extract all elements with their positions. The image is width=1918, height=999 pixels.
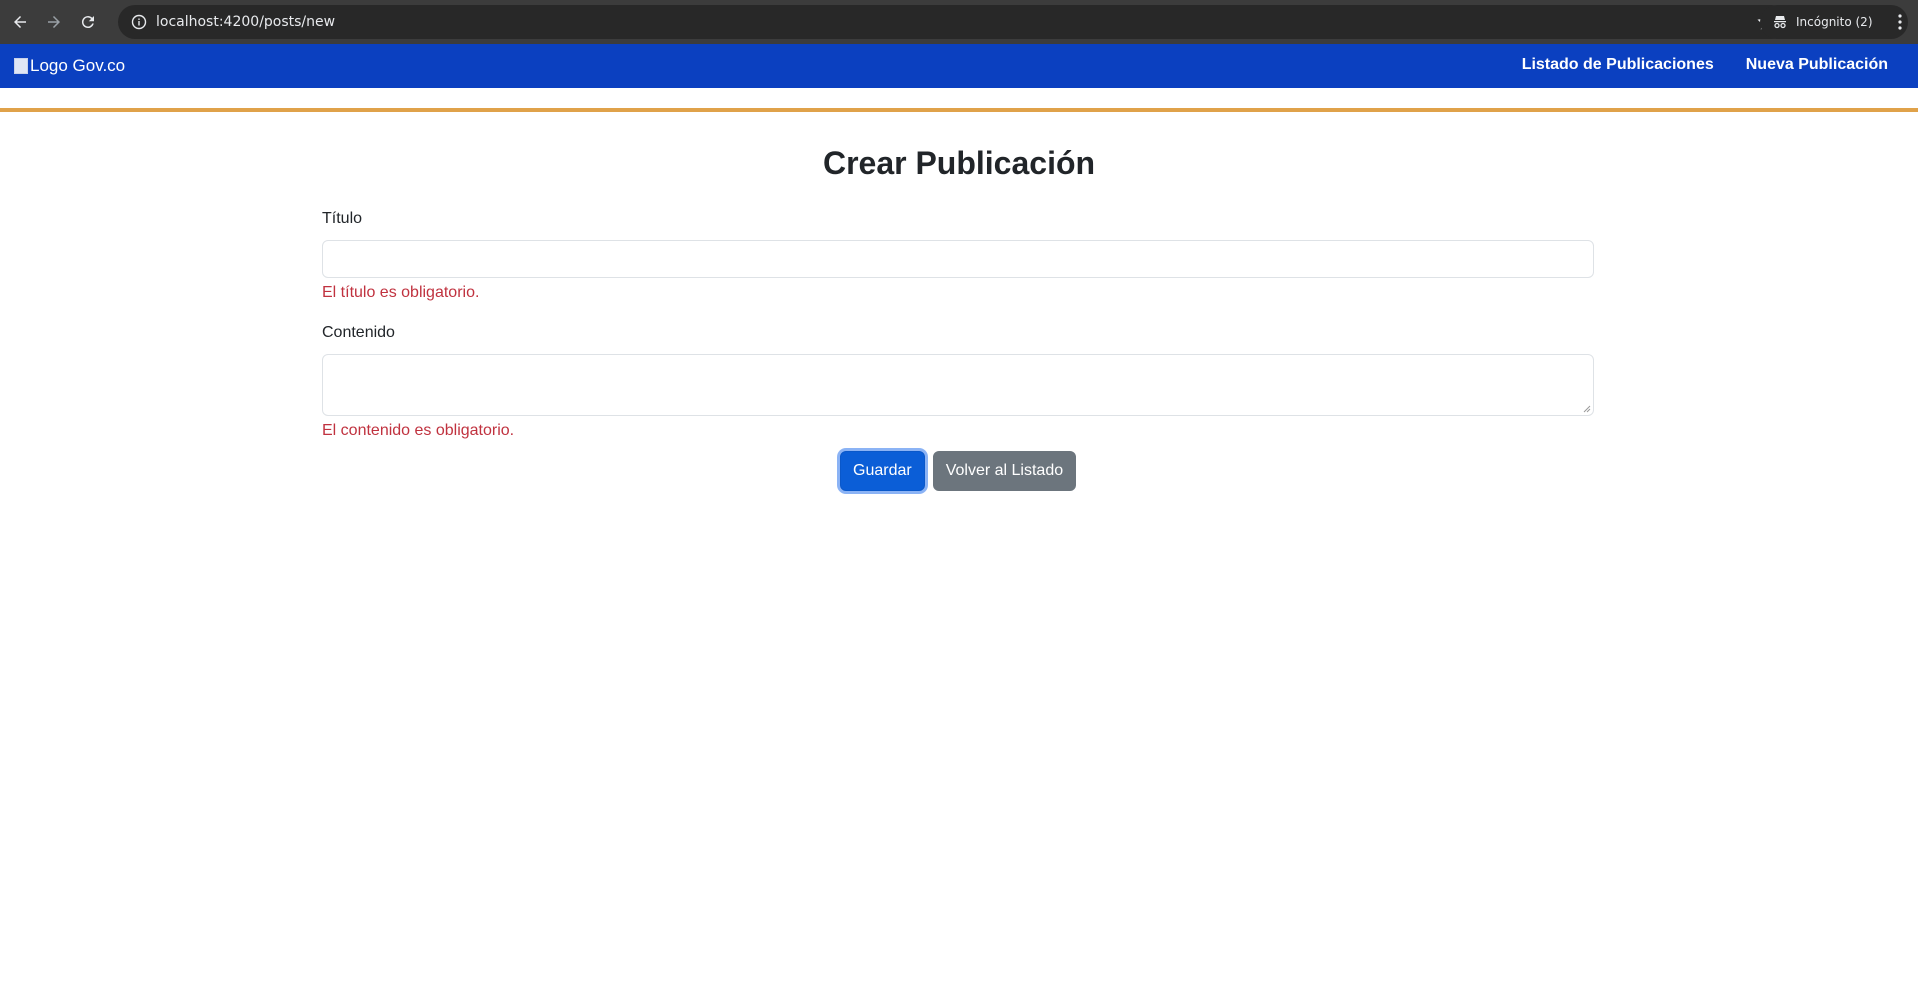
site-navbar: Logo Gov.co Listado de Publicaciones Nue…: [0, 44, 1918, 88]
incognito-icon: [1774, 16, 1786, 29]
nav-links: Listado de Publicaciones Nueva Publicaci…: [1522, 56, 1888, 74]
incognito-badge[interactable]: Incógnito (2): [1760, 5, 1908, 39]
save-button[interactable]: Guardar: [840, 451, 925, 491]
gov-logo[interactable]: Logo Gov.co: [14, 56, 125, 76]
create-post-form: Título El título es obligatorio. Conteni…: [322, 210, 1594, 440]
contenido-group: Contenido El contenido es obligatorio.: [322, 324, 1594, 440]
contenido-error: El contenido es obligatorio.: [322, 422, 515, 439]
browser-menu-icon[interactable]: [1890, 10, 1910, 34]
nav-link-nueva[interactable]: Nueva Publicación: [1746, 56, 1888, 74]
titulo-error: El título es obligatorio.: [322, 284, 480, 301]
titulo-input[interactable]: [322, 240, 1594, 278]
logo-alt-text: Logo Gov.co: [30, 56, 126, 75]
forward-icon[interactable]: [40, 8, 68, 36]
url-text[interactable]: localhost:4200/posts/new: [156, 14, 335, 30]
broken-image-icon: [14, 58, 28, 74]
page-title: Crear Publicación: [822, 145, 1096, 181]
nav-link-listado[interactable]: Listado de Publicaciones: [1522, 56, 1714, 74]
form-actions: Guardar Volver al Listado: [840, 451, 1077, 491]
address-bar[interactable]: localhost:4200/posts/new: [118, 5, 1788, 39]
contenido-label: Contenido: [322, 324, 395, 341]
reload-icon[interactable]: [74, 8, 102, 36]
incognito-label: Incógnito (2): [1796, 15, 1873, 29]
titulo-group: Título El título es obligatorio.: [322, 210, 1594, 302]
browser-toolbar: localhost:4200/posts/new Incógnito (2): [0, 0, 1918, 44]
accent-divider: [0, 108, 1918, 112]
contenido-textarea[interactable]: [322, 354, 1594, 416]
back-icon[interactable]: [6, 8, 34, 36]
site-info-icon[interactable]: [122, 5, 156, 39]
titulo-label: Título: [322, 210, 363, 227]
back-to-list-button[interactable]: Volver al Listado: [932, 451, 1077, 491]
resize-grip-icon[interactable]: [1583, 405, 1591, 413]
